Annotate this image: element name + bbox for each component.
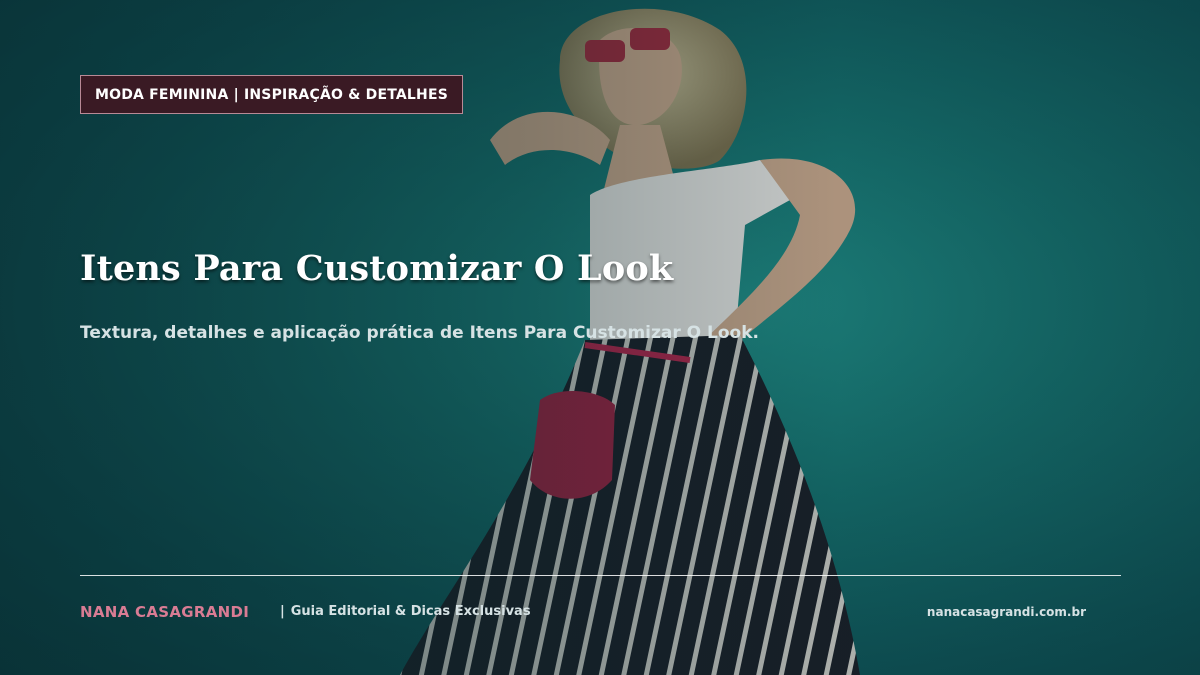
brand-name[interactable]: NANA CASAGRANDI (80, 603, 249, 621)
site-url-link[interactable]: nanacasagrandi.com.br (927, 605, 1086, 619)
hero-banner: MODA FEMININA | INSPIRAÇÃO & DETALHES It… (0, 0, 1200, 675)
page-title: Itens Para Customizar O Look (80, 248, 674, 289)
footer-divider (80, 575, 1121, 576)
tagline-text: Guia Editorial & Dicas Exclusivas (290, 604, 531, 619)
category-badge: MODA FEMININA | INSPIRAÇÃO & DETALHES (80, 75, 463, 114)
page-subtitle: Textura, detalhes e aplicação prática de… (80, 323, 759, 343)
tagline-separator: | (280, 604, 285, 619)
footer-tagline: | Guia Editorial & Dicas Exclusivas (280, 604, 531, 619)
